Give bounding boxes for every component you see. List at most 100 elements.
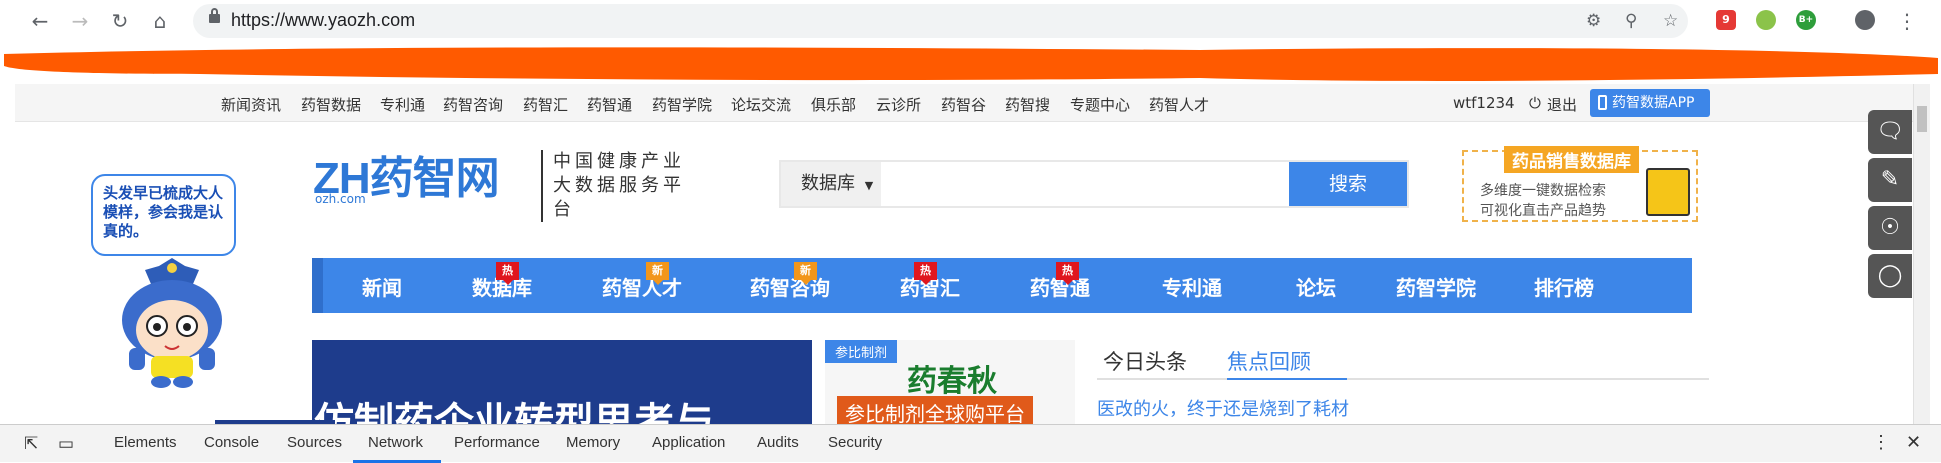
devtools-tab-console[interactable]: Console xyxy=(204,434,259,451)
devtools-tab-memory[interactable]: Memory xyxy=(566,434,620,451)
extension-yellow-green-icon[interactable] xyxy=(1756,10,1776,30)
hot-badge: 热 xyxy=(496,262,519,285)
blocked-content-icon[interactable]: ⚙ xyxy=(1586,12,1601,30)
mainnav-item-talent[interactable]: 药智人才新 xyxy=(602,262,682,301)
mainnav-item-news[interactable]: 新闻 xyxy=(362,272,402,301)
topnav-item[interactable]: 药智数据 xyxy=(301,94,361,115)
topnav-item[interactable]: 论坛交流 xyxy=(731,94,791,115)
ad-title: 药春秋 xyxy=(907,364,997,399)
mainnav-label: 排行榜 xyxy=(1534,276,1594,300)
profile-icon[interactable] xyxy=(1855,10,1875,30)
ad-banner[interactable]: 参比制剂 药春秋 参比制剂全球购平台 xyxy=(825,340,1075,426)
mainnav-label: 新闻 xyxy=(362,276,402,300)
carousel-banner[interactable]: 仿制药企业转型思考与 xyxy=(312,340,812,426)
forward-icon[interactable]: → xyxy=(68,9,92,33)
promo-title: 药品销售数据库 xyxy=(1504,146,1639,173)
logo-slogan: 中国健康产业 大数据服务平台 xyxy=(541,150,693,222)
redaction-scribble xyxy=(4,47,1938,81)
extension-red-icon[interactable]: 9 xyxy=(1716,10,1736,30)
devtools-tab-security[interactable]: Security xyxy=(828,434,882,451)
back-icon[interactable]: ← xyxy=(28,9,52,33)
username-link[interactable]: wtf1234 xyxy=(1453,94,1515,112)
page-viewport: 新闻资讯 药智数据 专利通 药智咨询 药智汇 药智通 药智学院 论坛交流 俱乐部… xyxy=(15,84,1915,426)
chat-icon[interactable]: 🗨 xyxy=(1868,110,1912,154)
topnav-item[interactable]: 俱乐部 xyxy=(811,94,856,115)
topnav-item[interactable]: 药智通 xyxy=(587,94,632,115)
star-icon[interactable]: ☆ xyxy=(1663,12,1678,30)
devtools-tab-application[interactable]: Application xyxy=(652,434,725,451)
banner-headline: 仿制药企业转型思考与 xyxy=(314,400,714,426)
devtools-toolbar: ⇱ ▭ Elements Console Sources Network Per… xyxy=(0,424,1941,463)
devtools-tab-elements[interactable]: Elements xyxy=(114,434,177,451)
chevron-down-icon: ▼ xyxy=(864,179,874,192)
site-logo[interactable]: ZH药智网 ozh.com 中国健康产业 大数据服务平台 xyxy=(313,142,693,222)
search-input[interactable] xyxy=(883,162,1283,206)
mainnav-item-yaozhihui[interactable]: 药智汇热 xyxy=(900,262,960,301)
search-button[interactable]: 搜索 xyxy=(1289,162,1407,206)
promo-line-1: 多维度一键数据检索 xyxy=(1480,183,1606,199)
news-tabs: 今日头条 焦点回顾 xyxy=(1097,340,1709,380)
edit-icon[interactable]: ✎ xyxy=(1868,158,1912,202)
logout-link[interactable]: 退出 xyxy=(1547,94,1577,115)
mainnav-item-academy[interactable]: 药智学院 xyxy=(1396,272,1476,301)
wechat-icon[interactable]: ◯ xyxy=(1868,254,1912,298)
topnav-item[interactable]: 专题中心 xyxy=(1070,94,1130,115)
phone-icon xyxy=(1598,95,1607,110)
menu-icon[interactable]: ⋮ xyxy=(1895,9,1919,33)
devtools-menu-icon[interactable]: ⋮ xyxy=(1872,432,1890,453)
new-badge: 新 xyxy=(794,262,817,285)
address-bar[interactable]: https://www.yaozh.com ⚙ ⚲ ☆ xyxy=(193,4,1688,38)
lock-icon[interactable] xyxy=(209,8,220,23)
tab-focus-review[interactable]: 焦点回顾 xyxy=(1227,346,1311,376)
topnav-item[interactable]: 药智汇 xyxy=(523,94,568,115)
topnav-item[interactable]: 药智搜 xyxy=(1005,94,1050,115)
home-icon[interactable]: ⌂ xyxy=(148,9,172,33)
devtools-tab-audits[interactable]: Audits xyxy=(757,434,799,451)
mainnav-label: 药智人才 xyxy=(602,276,682,300)
search-category-select[interactable]: 数据库 ▼ xyxy=(781,162,881,206)
mainnav-label: 药智咨询 xyxy=(750,276,830,300)
topnav-item[interactable]: 新闻资讯 xyxy=(221,94,281,115)
url-text[interactable]: https://www.yaozh.com xyxy=(231,10,415,31)
new-badge: 新 xyxy=(646,262,669,285)
key-icon[interactable]: ⚲ xyxy=(1625,12,1637,30)
mainnav-label: 专利通 xyxy=(1162,276,1222,300)
mainnav-label: 论坛 xyxy=(1296,276,1336,300)
mainnav-item-forum[interactable]: 论坛 xyxy=(1296,272,1336,301)
reload-icon[interactable]: ↻ xyxy=(108,9,132,33)
mainnav-item-rankings[interactable]: 排行榜 xyxy=(1534,272,1594,301)
tab-today-headlines[interactable]: 今日头条 xyxy=(1103,346,1187,376)
mascot-image[interactable] xyxy=(107,256,237,391)
mainnav-item-patent[interactable]: 专利通 xyxy=(1162,272,1222,301)
app-download-button[interactable]: 药智数据APP xyxy=(1590,89,1710,117)
close-icon[interactable]: ✕ xyxy=(1906,432,1921,453)
device-toolbar-icon[interactable]: ▭ xyxy=(58,434,74,454)
power-icon[interactable]: ⏻ xyxy=(1529,94,1541,112)
ad-tag: 参比制剂 xyxy=(825,340,898,363)
topnav-item[interactable]: 云诊所 xyxy=(876,94,921,115)
devtools-tab-performance[interactable]: Performance xyxy=(454,434,540,451)
topnav-item[interactable]: 药智人才 xyxy=(1149,94,1209,115)
mainnav-item-yaozhitong[interactable]: 药智通热 xyxy=(1030,262,1090,301)
inspect-element-icon[interactable]: ⇱ xyxy=(24,434,38,454)
topnav-item[interactable]: 药智学院 xyxy=(652,94,712,115)
top-nav: 新闻资讯 药智数据 专利通 药智咨询 药智汇 药智通 药智学院 论坛交流 俱乐部… xyxy=(15,84,1915,122)
weibo-icon[interactable]: ☉ xyxy=(1868,206,1912,250)
promo-banner[interactable]: 药品销售数据库 多维度一键数据检索 可视化直击产品趋势 xyxy=(1462,146,1698,222)
devtools-tab-network[interactable]: Network xyxy=(368,434,423,451)
mascot-speech-bubble: 头发早已梳成大人模样，参会我是认真的。 xyxy=(91,174,236,256)
topnav-item[interactable]: 专利通 xyxy=(380,94,425,115)
scrollbar-thumb[interactable] xyxy=(1917,106,1927,132)
document-magnifier-icon xyxy=(1646,168,1690,216)
page-scrollbar[interactable] xyxy=(1913,84,1930,426)
news-headline-link[interactable]: 医改的火，终于还是烧到了耗材 xyxy=(1097,395,1349,421)
topnav-item[interactable]: 药智谷 xyxy=(941,94,986,115)
mainnav-item-database[interactable]: 数据库热 xyxy=(472,262,532,301)
logo-domain: ozh.com xyxy=(315,192,366,206)
topnav-item[interactable]: 药智咨询 xyxy=(443,94,503,115)
devtools-tab-sources[interactable]: Sources xyxy=(287,434,342,451)
extension-green-b-icon[interactable]: B+ xyxy=(1796,10,1816,30)
slogan-line-1: 中国健康产业 xyxy=(553,151,685,172)
mainnav-label: 药智学院 xyxy=(1396,276,1476,300)
mainnav-item-consulting[interactable]: 药智咨询新 xyxy=(750,262,830,301)
